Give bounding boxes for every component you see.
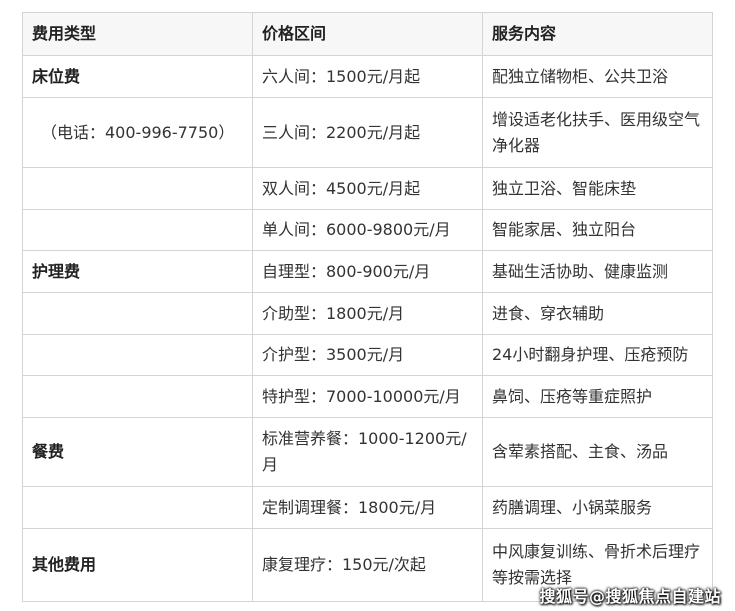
service-cell: 智能家居、独立阳台 (482, 209, 713, 251)
fee-type-cell: 其他费用 (22, 528, 253, 602)
fee-type-cell (22, 375, 253, 418)
service-cell: 含荤素搭配、主食、汤品 (482, 417, 713, 487)
price-cell: 康复理疗：150元/次起 (252, 528, 483, 602)
fee-type-cell (22, 486, 253, 529)
price-cell: 双人间：4500元/月起 (252, 167, 483, 210)
service-cell: 增设适老化扶手、医用级空气净化器 (482, 97, 713, 168)
fee-type-cell (22, 209, 253, 251)
service-cell: 鼻饲、压疮等重症照护 (482, 375, 713, 418)
header-fee-type: 费用类型 (22, 12, 253, 56)
service-cell: 药膳调理、小锅菜服务 (482, 486, 713, 529)
price-cell: 特护型：7000-10000元/月 (252, 375, 483, 418)
service-cell: 24小时翻身护理、压疮预防 (482, 334, 713, 376)
fee-type-cell (22, 292, 253, 335)
price-cell: 六人间：1500元/月起 (252, 55, 483, 98)
fee-type-cell (22, 167, 253, 210)
fee-type-cell: 餐费 (22, 417, 253, 487)
fee-type-cell: 床位费 (22, 55, 253, 98)
price-cell: 介护型：3500元/月 (252, 334, 483, 376)
service-cell: 独立卫浴、智能床垫 (482, 167, 713, 210)
header-price-range: 价格区间 (252, 12, 483, 56)
phone-cell: （电话：400-996-7750） (22, 97, 253, 168)
table-row: 特护型：7000-10000元/月 鼻饲、压疮等重症照护 (22, 375, 713, 418)
price-cell: 定制调理餐：1800元/月 (252, 486, 483, 529)
table-header-row: 费用类型 价格区间 服务内容 (22, 12, 713, 56)
table-row: 介护型：3500元/月 24小时翻身护理、压疮预防 (22, 334, 713, 376)
price-cell: 自理型：800-900元/月 (252, 250, 483, 293)
fee-type-cell: 护理费 (22, 250, 253, 293)
table-row: 单人间：6000-9800元/月 智能家居、独立阳台 (22, 209, 713, 251)
fee-type-cell (22, 334, 253, 376)
table-row: 护理费 自理型：800-900元/月 基础生活协助、健康监测 (22, 250, 713, 293)
table-row: 介助型：1800元/月 进食、穿衣辅助 (22, 292, 713, 335)
table-row: 定制调理餐：1800元/月 药膳调理、小锅菜服务 (22, 486, 713, 529)
watermark: 搜狐号@搜狐焦点自建站 (539, 587, 721, 606)
service-cell: 配独立储物柜、公共卫浴 (482, 55, 713, 98)
table-row: （电话：400-996-7750） 三人间：2200元/月起 增设适老化扶手、医… (22, 97, 713, 168)
fee-table: 费用类型 价格区间 服务内容 床位费 六人间：1500元/月起 配独立储物柜、公… (22, 12, 713, 602)
service-cell: 进食、穿衣辅助 (482, 292, 713, 335)
table-row: 床位费 六人间：1500元/月起 配独立储物柜、公共卫浴 (22, 55, 713, 98)
price-cell: 三人间：2200元/月起 (252, 97, 483, 168)
header-service-content: 服务内容 (482, 12, 713, 56)
price-cell: 单人间：6000-9800元/月 (252, 209, 483, 251)
service-cell: 基础生活协助、健康监测 (482, 250, 713, 293)
price-cell: 介助型：1800元/月 (252, 292, 483, 335)
table-row: 餐费 标准营养餐：1000-1200元/月 含荤素搭配、主食、汤品 (22, 417, 713, 487)
table-row: 双人间：4500元/月起 独立卫浴、智能床垫 (22, 167, 713, 210)
price-cell: 标准营养餐：1000-1200元/月 (252, 417, 483, 487)
